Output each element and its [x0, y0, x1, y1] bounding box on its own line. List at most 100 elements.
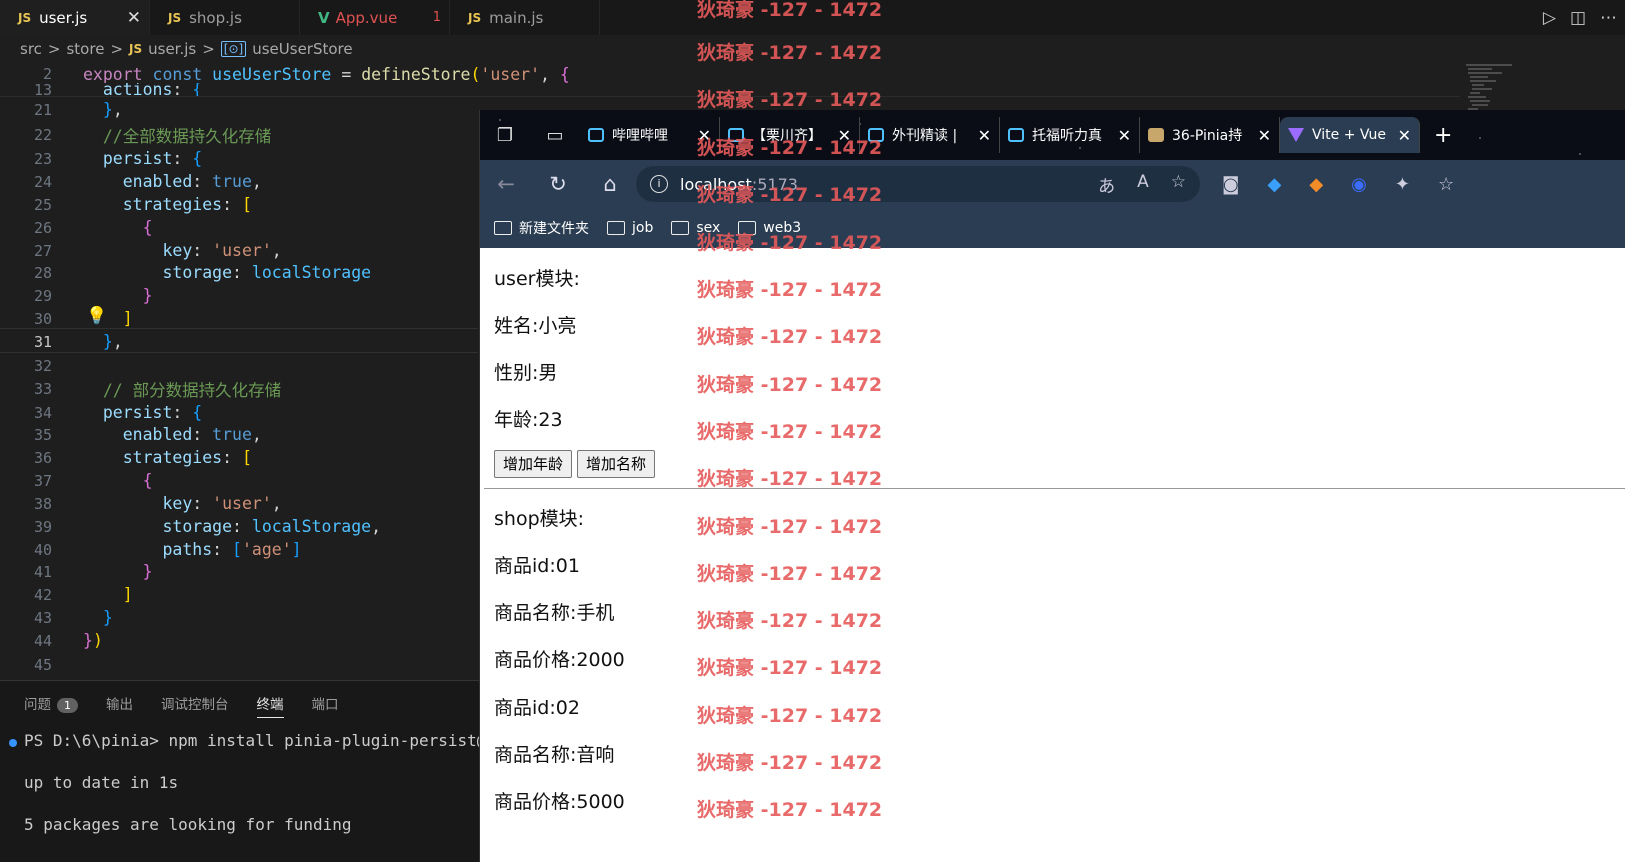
code-text: key: 'user', — [162, 494, 282, 513]
user-module-title: user模块: — [494, 268, 580, 290]
new-tab-icon[interactable]: + — [1420, 123, 1466, 148]
line-number: 21 — [33, 100, 52, 119]
add-name-button[interactable]: 增加名称 — [577, 450, 656, 478]
url-port: :5173 — [751, 174, 798, 194]
line-number: 43 — [33, 608, 52, 627]
tab-title: 哔哩哔哩 — [612, 128, 668, 144]
extension-icon[interactable]: ◆ — [1267, 174, 1281, 195]
product-name: 商品名称:手机 — [494, 602, 615, 624]
minimap[interactable] — [1462, 62, 1522, 112]
tab-main-js[interactable]: JS main.js — [450, 0, 600, 35]
breadcrumb-symbol[interactable]: useUserStore — [252, 40, 352, 58]
info-icon[interactable]: i — [650, 175, 668, 193]
more-icon[interactable]: ⋯ — [1600, 8, 1617, 28]
close-icon[interactable]: ✕ — [1398, 126, 1411, 145]
browser-tab[interactable]: 36-Pinia持 ✕ — [1140, 117, 1280, 153]
code-line: 25 strategies: [ — [0, 193, 480, 216]
breadcrumb-src[interactable]: src — [20, 40, 42, 58]
code-line: 24 enabled: true, — [0, 170, 480, 193]
breadcrumb-file[interactable]: user.js — [148, 40, 196, 58]
breadcrumb-store[interactable]: store — [66, 40, 104, 58]
line-number: 35 — [33, 425, 52, 444]
current-line-highlight — [0, 328, 478, 353]
browser-tab-active[interactable]: Vite + Vue ✕ — [1280, 117, 1420, 153]
js-file-icon: JS — [168, 10, 182, 25]
favorite-star-icon[interactable]: ☆ — [1171, 172, 1186, 197]
bookmark-folder[interactable]: job — [607, 220, 653, 236]
tab-shop-js[interactable]: JS shop.js — [150, 0, 300, 35]
add-age-button[interactable]: 增加年龄 — [494, 450, 573, 478]
tab-app-vue[interactable]: V App.vue 1 — [300, 0, 450, 35]
line-number: 26 — [33, 218, 52, 237]
line-number: 32 — [33, 356, 52, 375]
breadcrumb: src > store > JS user.js > [⊙] useUserSt… — [0, 37, 1625, 61]
tab-actions-icon[interactable]: ▭ — [530, 125, 580, 146]
split-editor-icon[interactable]: ◫ — [1570, 8, 1586, 28]
metamask-icon[interactable]: ◆ — [1309, 174, 1323, 195]
run-icon[interactable]: ▷ — [1543, 8, 1556, 28]
tab-label: user.js — [39, 8, 88, 27]
bookmarks-bar: 新建文件夹 job sex web3 — [480, 208, 1625, 248]
terminal-line: 5 packages are looking for funding — [24, 815, 352, 834]
close-icon[interactable]: ✕ — [698, 126, 711, 145]
folder-icon — [607, 221, 625, 235]
bookmark-folder[interactable]: web3 — [738, 220, 801, 236]
address-bar[interactable]: i localhost:5173 あ A ☆ — [636, 166, 1200, 202]
tab-title: 外刊精读 | — [892, 128, 958, 144]
refresh-icon[interactable]: ↻ — [532, 172, 584, 196]
close-icon[interactable]: ✕ — [1258, 126, 1271, 145]
extension-icon[interactable]: ◙ — [1222, 174, 1239, 195]
code-line: 43 } — [0, 606, 480, 629]
tab-debug-console[interactable]: 调试控制台 — [161, 693, 229, 718]
tab-label: App.vue — [335, 8, 398, 27]
terminal-line: up to date in 1s — [24, 773, 179, 792]
code-line: 42 ] — [0, 583, 480, 606]
browser-tab[interactable]: 托福听力真 ✕ — [1000, 117, 1140, 153]
user-gender: 性别:男 — [494, 362, 558, 384]
tab-terminal[interactable]: 终端 — [256, 693, 284, 718]
product-id: 商品id:02 — [494, 697, 580, 719]
translate-icon[interactable]: あ — [1098, 172, 1115, 197]
tab-title: Vite + Vue — [1312, 127, 1387, 143]
back-icon[interactable]: ← — [480, 172, 532, 196]
code-text: ] — [122, 585, 133, 604]
code-line: 29 } — [0, 284, 480, 307]
line-number: 28 — [33, 263, 52, 282]
code-text: strategies: [ — [122, 195, 252, 214]
close-icon[interactable]: ✕ — [1118, 126, 1131, 145]
close-icon[interactable]: ✕ — [978, 126, 991, 145]
close-icon[interactable]: ✕ — [838, 126, 851, 145]
close-icon[interactable]: ✕ — [127, 8, 141, 28]
address-bar-actions: あ A ☆ — [1098, 172, 1186, 197]
bookmark-folder[interactable]: sex — [671, 220, 720, 236]
browser-tab[interactable]: 外刊精读 | ✕ — [860, 117, 1000, 153]
line-number: 2 — [42, 65, 52, 83]
bilibili-icon — [588, 128, 604, 142]
favorites-icon[interactable]: ☆ — [1438, 174, 1454, 195]
browser-tab[interactable]: 【栗川齐】 ✕ — [720, 117, 860, 153]
bookmark-folder[interactable]: 新建文件夹 — [494, 218, 589, 238]
home-icon[interactable]: ⌂ — [584, 172, 636, 196]
panel-tabs: 问题 1 输出 调试控制台 终端 端口 — [0, 681, 480, 718]
lightbulb-icon[interactable]: 💡 — [86, 306, 107, 326]
code-line: 34 persist: { — [0, 401, 480, 424]
user-age: 年龄:23 — [494, 409, 563, 431]
code-line: 37 { — [0, 469, 480, 492]
code-text: enabled: true, — [122, 425, 262, 444]
read-aloud-icon[interactable]: A — [1137, 172, 1149, 197]
tab-ports[interactable]: 端口 — [312, 693, 339, 718]
code-line: 32 — [0, 354, 480, 377]
workspaces-icon[interactable]: ❐ — [480, 125, 530, 146]
tab-problems[interactable]: 问题 1 — [24, 693, 78, 718]
extension-icon[interactable]: ◉ — [1351, 174, 1367, 195]
tab-user-js[interactable]: JS user.js ✕ — [0, 0, 150, 35]
tab-label: main.js — [489, 8, 544, 27]
code-text: enabled: true, — [122, 172, 262, 191]
extensions-puzzle-icon[interactable]: ✦ — [1395, 174, 1410, 195]
product-id: 商品id:01 — [494, 555, 580, 577]
browser-tab[interactable]: 哔哩哔哩 ✕ — [580, 117, 720, 153]
folder-icon — [494, 221, 512, 235]
tab-output[interactable]: 输出 — [106, 693, 133, 718]
chevron-right-icon: > — [202, 40, 215, 58]
browser-toolbar: ← ↻ ⌂ i localhost:5173 あ A ☆ ◙ ◆ ◆ ◉ ✦ ☆ — [480, 160, 1625, 208]
